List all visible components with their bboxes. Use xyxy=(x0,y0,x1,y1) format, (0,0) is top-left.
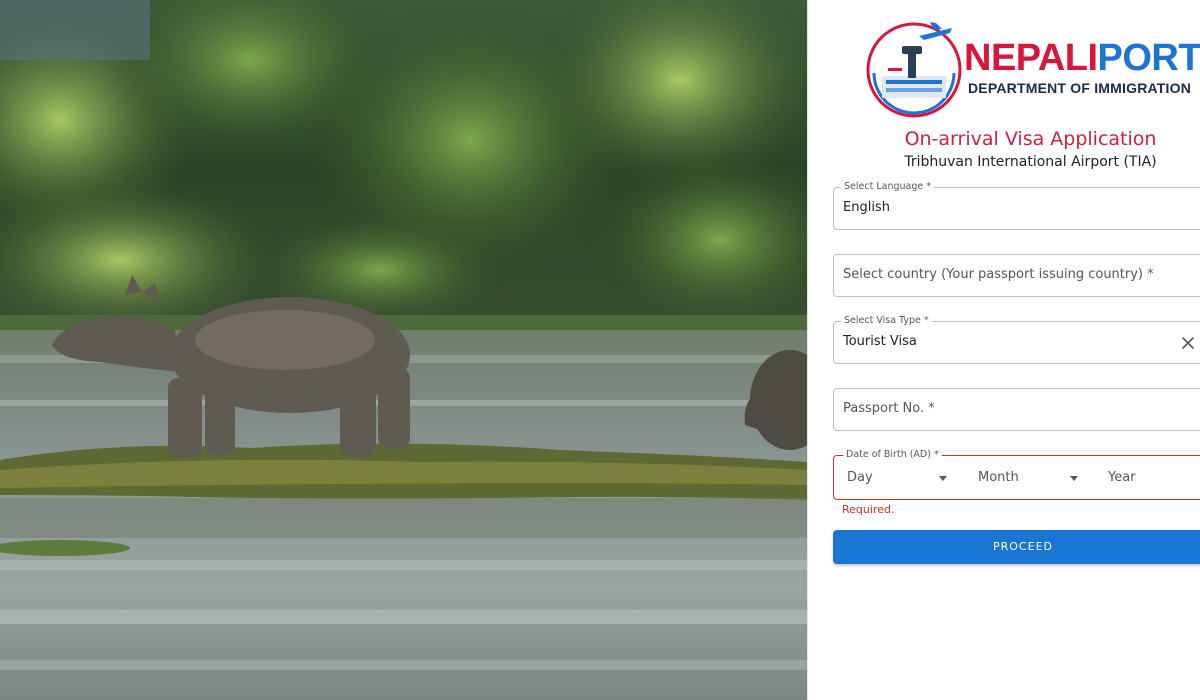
page-title: On-arrival Visa Application xyxy=(904,128,1157,150)
language-select-value: English xyxy=(843,200,890,215)
airport-plane-emblem-icon xyxy=(866,22,962,118)
brand-logo: NEPALIPORT DEPARTMENT OF IMMIGRATION xyxy=(864,18,1200,118)
visa-type-select[interactable]: Select Visa Type * Tourist Visa xyxy=(833,315,1200,364)
brand-name: NEPALIPORT xyxy=(964,38,1200,78)
passport-number-field[interactable]: Passport No. * xyxy=(833,388,1200,431)
department-name: DEPARTMENT OF IMMIGRATION xyxy=(968,80,1192,96)
language-select[interactable]: Select Language * English xyxy=(833,181,1200,230)
application-panel: NEPALIPORT DEPARTMENT OF IMMIGRATION On-… xyxy=(807,0,1200,700)
dob-day-select[interactable]: Day xyxy=(847,470,873,485)
dob-month-select[interactable]: Month xyxy=(978,470,1019,485)
brand-name-part2: PORT xyxy=(1097,37,1200,79)
rhino-river-photo xyxy=(0,0,807,700)
page-subtitle: Tribhuvan International Airport (TIA) xyxy=(904,154,1157,170)
date-of-birth-group: Date of Birth (AD) * Day Month Year xyxy=(833,449,1200,500)
country-select[interactable]: Select country (Your passport issuing co… xyxy=(833,254,1200,297)
visa-type-label: Select Visa Type * xyxy=(841,315,932,326)
chevron-down-icon[interactable] xyxy=(1070,476,1078,481)
language-select-label: Select Language * xyxy=(841,181,934,192)
brand-name-part1: NEPALI xyxy=(964,37,1098,79)
dob-error-message: Required. xyxy=(842,503,895,516)
close-icon[interactable] xyxy=(1179,334,1197,352)
chevron-down-icon[interactable] xyxy=(939,476,947,481)
visa-type-value: Tourist Visa xyxy=(843,334,917,349)
date-of-birth-label: Date of Birth (AD) * xyxy=(843,449,942,460)
passport-number-placeholder: Passport No. * xyxy=(843,401,935,416)
country-select-placeholder: Select country (Your passport issuing co… xyxy=(843,267,1154,282)
dob-year-select[interactable]: Year xyxy=(1108,470,1136,485)
hero-image xyxy=(0,0,807,700)
proceed-button[interactable]: PROCEED xyxy=(833,530,1200,564)
